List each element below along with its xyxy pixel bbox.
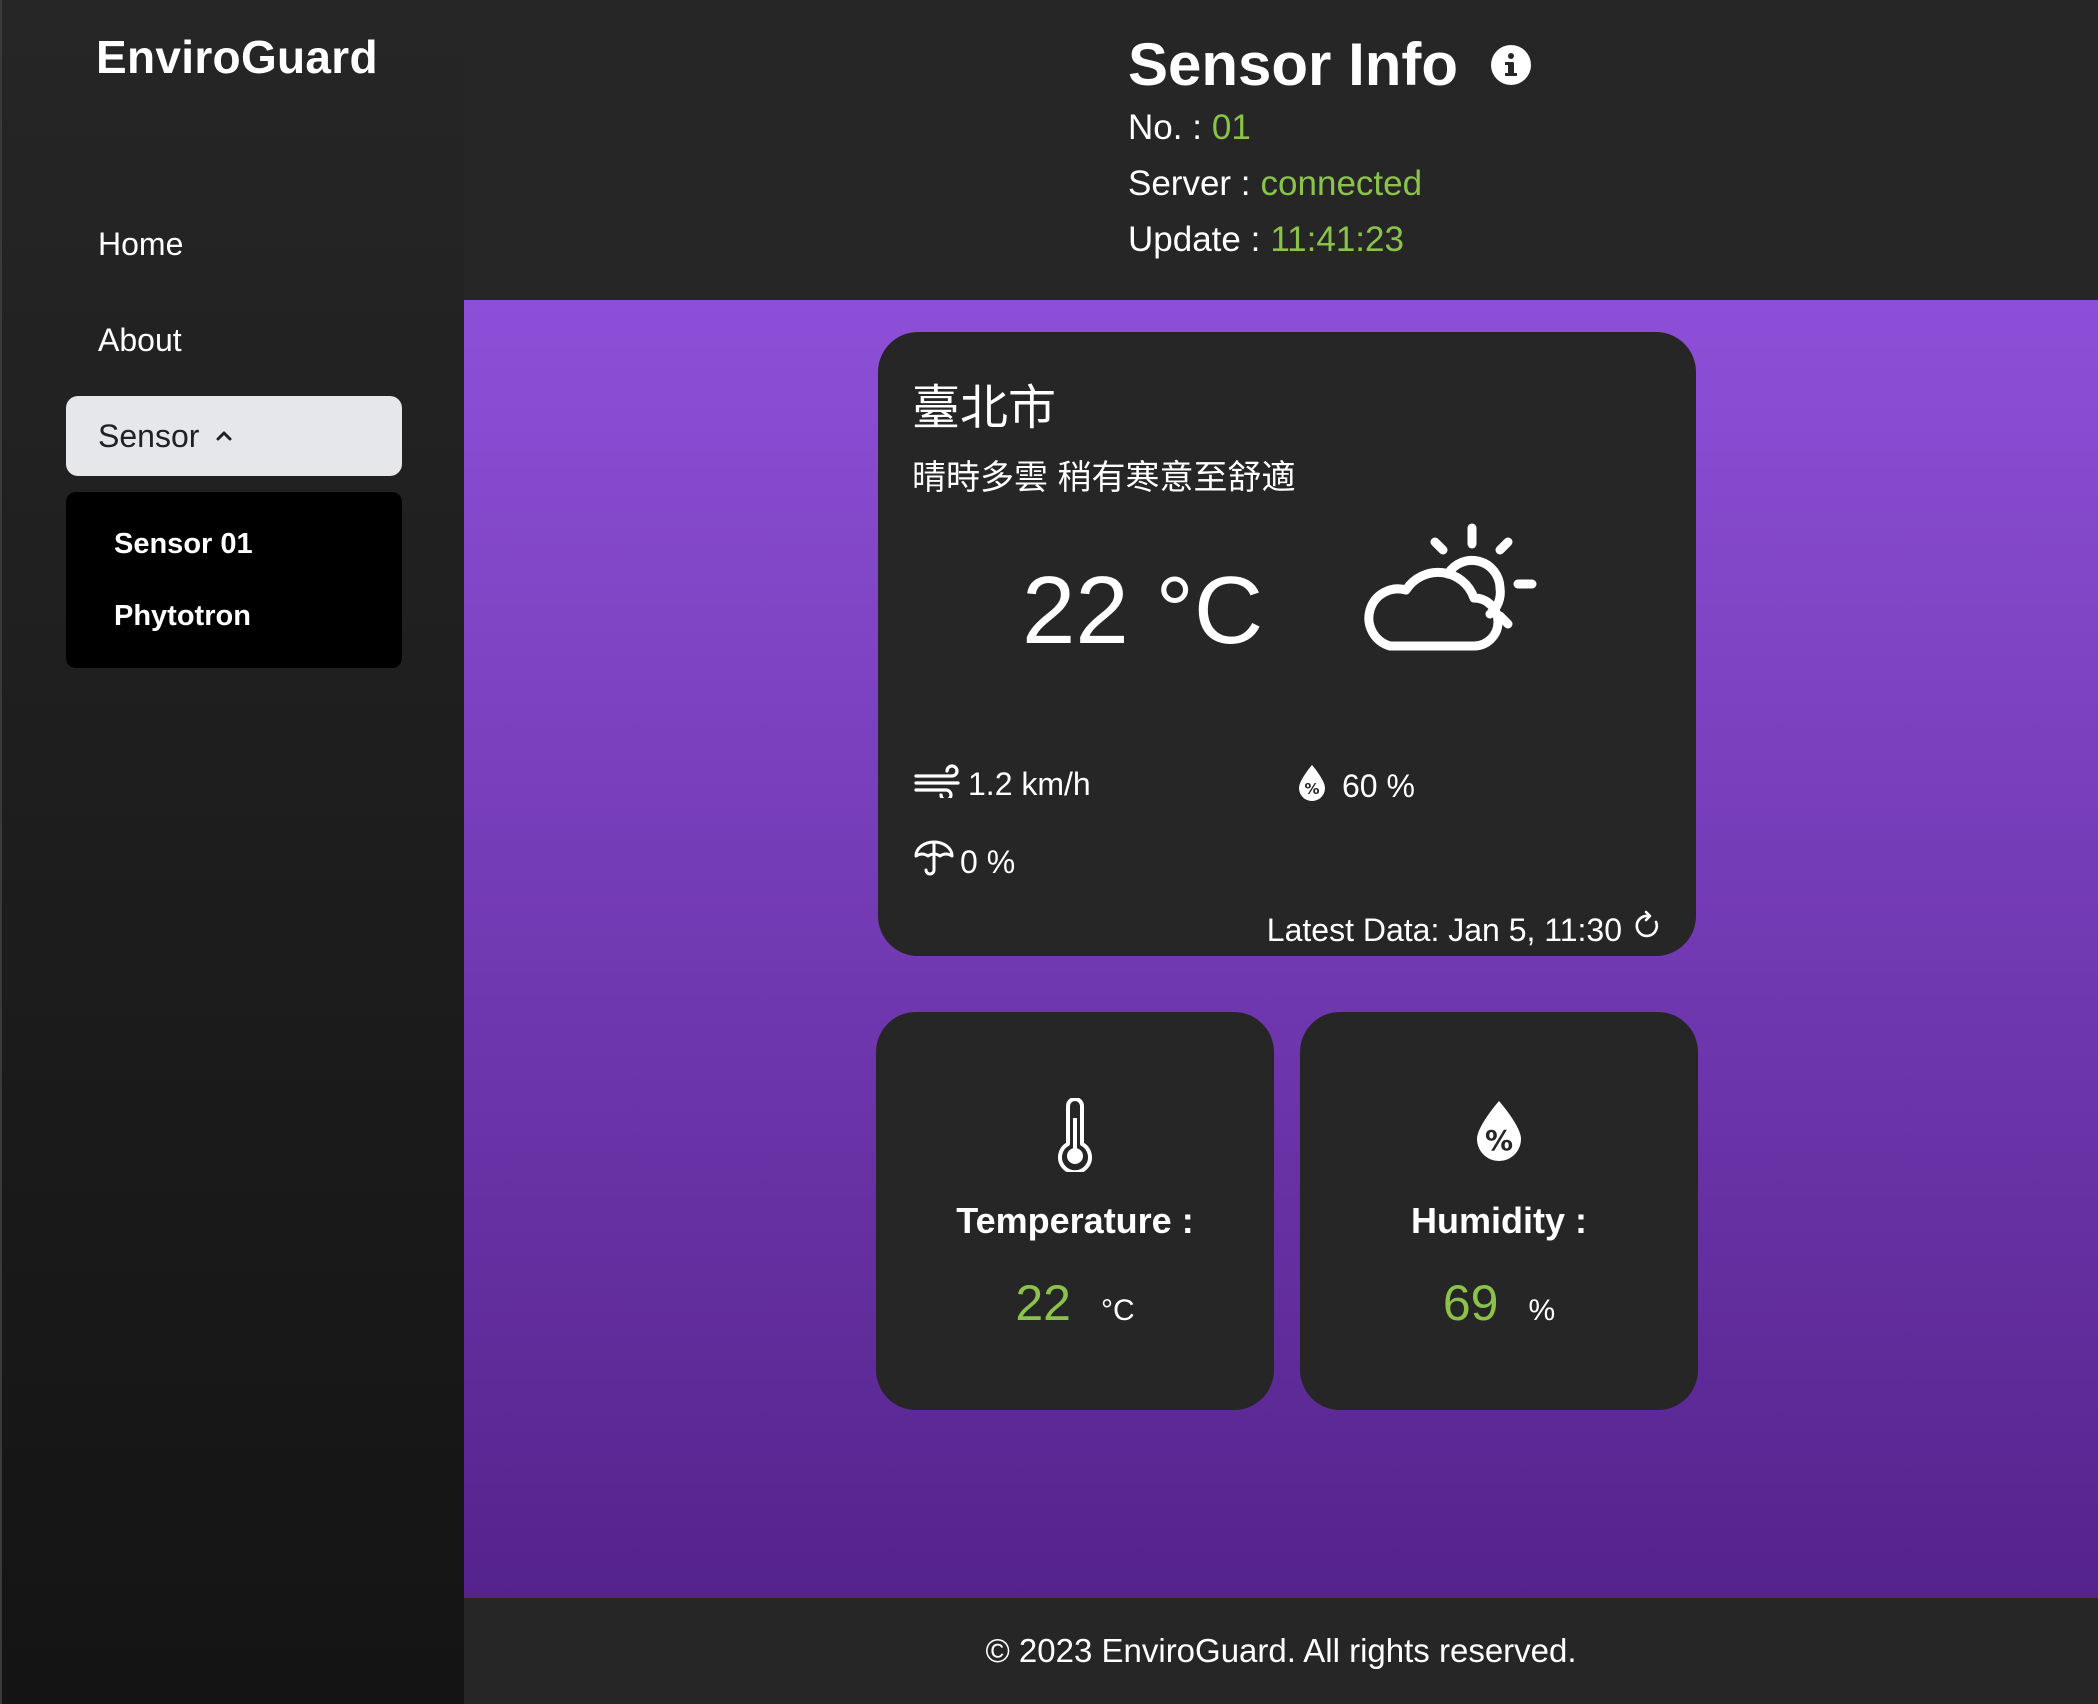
svg-text:%: % xyxy=(1304,780,1319,798)
temperature-unit: °C xyxy=(1100,1294,1135,1327)
chevron-up-icon xyxy=(215,429,233,443)
weather-humidity-value: 60 % xyxy=(1342,767,1415,804)
sensor-number-row: No. :01 xyxy=(1128,108,1251,148)
humidity-reading: 69 % xyxy=(1300,1274,1698,1332)
sensor-number-value: 01 xyxy=(1211,108,1251,147)
nav-home[interactable]: Home xyxy=(98,226,183,263)
temperature-value: 22 xyxy=(1015,1275,1071,1331)
weather-city: 臺北市 xyxy=(912,382,1057,435)
header: Sensor Info No. :01 Server : connected Up… xyxy=(464,0,2098,300)
sensor-number-label: No. : xyxy=(1128,108,1202,147)
wind-icon xyxy=(912,762,968,806)
humidity-label: Humidity : xyxy=(1411,1200,1587,1241)
umbrella-icon xyxy=(912,838,960,886)
main-content: 臺北市 晴時多雲 稍有寒意至舒適 22 °C 1.2 km/h % 60 % 0… xyxy=(464,300,2098,1598)
update-time-row: Update :11:41:23 xyxy=(1128,220,1404,260)
humidity-drop-icon: % xyxy=(1473,1098,1525,1169)
server-status-value: connected xyxy=(1260,164,1423,203)
humidity-drop-icon: % xyxy=(1292,762,1336,810)
app-root: EnviroGuard Home About Sensor Sensor 01 … xyxy=(0,0,2098,1704)
page-title: Sensor Info xyxy=(1128,30,1532,99)
server-status-label: Server : xyxy=(1128,164,1251,203)
brand-logo[interactable]: EnviroGuard xyxy=(96,30,378,84)
footer: © 2023 EnviroGuard. All rights reserved. xyxy=(464,1598,2098,1704)
temperature-label: Temperature : xyxy=(956,1200,1194,1241)
sensor-submenu: Sensor 01 Phytotron xyxy=(66,492,402,668)
update-time-value: 11:41:23 xyxy=(1270,220,1404,259)
latest-data-text: Latest Data: Jan 5, 11:30 xyxy=(1266,911,1622,948)
weather-humidity: % 60 % xyxy=(1292,762,1415,810)
partly-cloudy-icon xyxy=(1360,518,1540,673)
latest-data: Latest Data: Jan 5, 11:30 xyxy=(1267,910,1662,950)
temperature-card: Temperature : 22 °C xyxy=(876,1012,1274,1410)
nav-sensor-label: Sensor xyxy=(98,417,200,454)
weather-card: 臺北市 晴時多雲 稍有寒意至舒適 22 °C 1.2 km/h % 60 % 0… xyxy=(878,332,1696,956)
info-icon[interactable] xyxy=(1490,44,1532,86)
refresh-icon[interactable] xyxy=(1622,910,1662,950)
thermometer-icon xyxy=(1055,1097,1095,1177)
rain-chance: 0 % xyxy=(912,838,1015,886)
temperature-reading: 22 °C xyxy=(876,1274,1274,1332)
humidity-unit: % xyxy=(1528,1294,1556,1327)
server-status-row: Server : connected xyxy=(1128,164,1422,204)
wind-speed: 1.2 km/h xyxy=(912,762,1091,806)
nav-about[interactable]: About xyxy=(98,322,182,359)
rain-chance-value: 0 % xyxy=(960,843,1016,880)
humidity-card: % Humidity : 69 % xyxy=(1300,1012,1698,1410)
weather-description: 晴時多雲 稍有寒意至舒適 xyxy=(912,459,1296,497)
weather-temperature: 22 °C xyxy=(1022,557,1264,664)
copyright-text: © 2023 EnviroGuard. All rights reserved. xyxy=(985,1632,1577,1669)
submenu-item-phytotron[interactable]: Phytotron xyxy=(114,600,251,633)
nav-sensor-toggle[interactable]: Sensor xyxy=(66,396,402,476)
svg-text:%: % xyxy=(1485,1124,1513,1157)
page-title-text: Sensor Info xyxy=(1128,31,1459,98)
submenu-item-sensor-01[interactable]: Sensor 01 xyxy=(114,528,253,561)
humidity-value: 69 xyxy=(1442,1275,1499,1331)
sidebar: EnviroGuard Home About Sensor Sensor 01 … xyxy=(0,0,464,1704)
wind-speed-value: 1.2 km/h xyxy=(968,765,1091,802)
update-time-label: Update : xyxy=(1128,220,1261,259)
